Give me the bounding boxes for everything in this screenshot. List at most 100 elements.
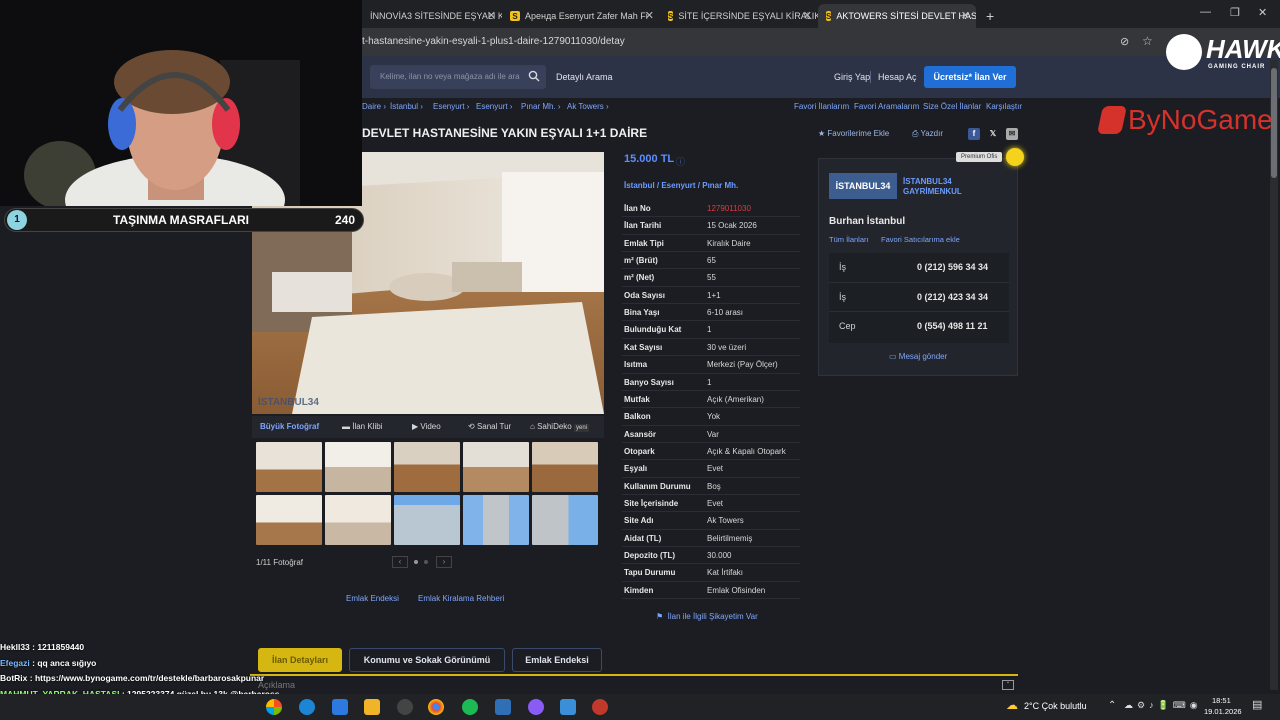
weather-icon[interactable]: ☁ (1006, 698, 1018, 712)
add-favorite-button[interactable]: ★ Favorilerime Ekle (818, 129, 889, 138)
detailed-search-link[interactable]: Detaylı Arama (556, 72, 613, 82)
tab-location-street-view[interactable]: Konumu ve Sokak Görünümü (349, 648, 505, 672)
agency-logo[interactable]: İSTANBUL34 (829, 173, 897, 199)
detail-row: Bulunduğu Kat 1 (622, 321, 800, 339)
folder-icon[interactable] (364, 699, 380, 715)
detail-value: Yok (707, 412, 721, 422)
photo-thumbnail[interactable] (463, 442, 529, 492)
emlak-endeksi-link[interactable]: Emlak Endeksi (346, 594, 399, 603)
browser-tab-active[interactable]: S AKTOWERS SİTESİ DEVLET HAS ✕ (818, 4, 976, 28)
scrollbar[interactable] (1270, 60, 1278, 690)
special-listings-link[interactable]: Size Özel İlanlar (923, 102, 981, 111)
photo-thumbnail[interactable] (394, 442, 460, 492)
breadcrumb-item[interactable]: Daire › (362, 102, 386, 111)
collapse-icon[interactable]: ⌃ (1002, 680, 1014, 690)
phone-number[interactable]: 0 (212) 596 34 34 (917, 262, 988, 272)
tab-emlak-endeksi[interactable]: Emlak Endeksi (512, 648, 602, 672)
print-button[interactable]: ⎙ Yazdır (912, 129, 943, 139)
favorite-seller-link[interactable]: Favori Satıcılarıma ekle (881, 235, 960, 244)
tray-arrow-icon[interactable]: ⌃ (1108, 700, 1116, 711)
photo-thumbnail[interactable] (463, 495, 529, 545)
minimize-icon[interactable]: — (1200, 6, 1211, 18)
video-tab[interactable]: ▶ Video (412, 422, 441, 431)
seller-card: İSTANBUL34 İSTANBUL34 GAYRİMENKUL Burhan… (818, 158, 1018, 376)
search-icon[interactable] (528, 70, 540, 82)
xbox-icon[interactable] (397, 699, 413, 715)
clock-date[interactable]: 19.01.2026 (1204, 707, 1242, 716)
weather-text[interactable]: 2°C Çok bulutlu (1024, 701, 1087, 711)
send-message-button[interactable]: ▭ Mesaj gönder (889, 352, 947, 361)
tray-icons[interactable]: ☁⚙♪🔋⌨◉ (1124, 700, 1202, 711)
all-ads-link[interactable]: Tüm İlanları (829, 235, 869, 244)
breadcrumb-item[interactable]: Esenyurt › (433, 102, 469, 111)
detail-value: Evet (707, 464, 724, 474)
login-link[interactable]: Giriş Yap (834, 72, 870, 82)
favorite-listings-link[interactable]: Favori İlanlarım (794, 102, 849, 111)
next-photo-button[interactable]: › (436, 556, 452, 568)
detail-row: Bina Yaşı 6-10 arası (622, 304, 800, 322)
phone-number[interactable]: 0 (212) 423 34 34 (917, 292, 988, 302)
close-icon[interactable]: ✕ (645, 9, 654, 22)
send-message-label: Mesaj gönder (898, 352, 948, 361)
browser-tab[interactable]: S Аренда Esenyurt Zafer Mah Fi ✕ (502, 4, 660, 28)
chat-username: Efegazi (0, 657, 30, 668)
virtual-tour-tab[interactable]: ⟲ Sanal Tur (468, 422, 511, 431)
star-icon[interactable]: ☆ (1142, 34, 1153, 48)
photo-thumbnail[interactable] (325, 495, 391, 545)
email-share-icon[interactable]: ✉ (1006, 128, 1018, 140)
facebook-share-icon[interactable]: f (968, 128, 980, 140)
photo-thumbnail[interactable] (394, 495, 460, 545)
prev-photo-button[interactable]: ‹ (392, 556, 408, 568)
sahibinden-favicon-icon: S (826, 11, 832, 21)
clock-time[interactable]: 18:51 (1212, 696, 1231, 705)
breadcrumb-item[interactable]: Pınar Mh. › (521, 102, 561, 111)
obs-icon[interactable] (592, 699, 608, 715)
edge-icon[interactable] (299, 699, 315, 715)
complaint-link[interactable]: ⚑ İlan ile İlgili Şikayetim Var (656, 612, 758, 621)
photo-thumbnail[interactable] (256, 495, 322, 545)
pagination-dot (414, 560, 418, 564)
favorite-searches-link[interactable]: Favori Aramalarım (854, 102, 919, 111)
spotify-icon[interactable] (462, 699, 478, 715)
search-input[interactable]: Kelime, ilan no veya mağaza adı ile ara (370, 65, 546, 89)
close-icon[interactable]: ✕ (961, 9, 970, 22)
compare-link[interactable]: Karşılaştır (986, 102, 1022, 111)
new-tab-button[interactable]: + (978, 4, 1002, 28)
photo-thumbnail[interactable] (325, 442, 391, 492)
photo-thumbnail[interactable] (532, 442, 598, 492)
post-ad-button[interactable]: Ücretsiz* İlan Ver (924, 66, 1016, 88)
browser-tab[interactable]: İNNOVİA3 SİTESİNDE EŞYALI Kİ ✕ (362, 4, 502, 28)
detail-row: Aidat (TL) Belirtilmemiş (622, 530, 800, 548)
calculator-icon[interactable] (560, 699, 576, 715)
discord-icon[interactable] (528, 699, 544, 715)
restore-icon[interactable]: ❐ (1230, 6, 1240, 19)
photo-thumbnail[interactable] (532, 495, 598, 545)
notifications-icon[interactable]: ▤ (1252, 698, 1262, 711)
phone-number[interactable]: 0 (554) 498 11 21 (917, 321, 988, 331)
photo-thumbnail[interactable] (256, 442, 322, 492)
detail-value: Kiralık Daire (707, 238, 751, 248)
copilot-icon[interactable] (266, 699, 282, 715)
listing-location[interactable]: İstanbul / Esenyurt / Pınar Mh. (624, 181, 738, 190)
x-share-icon[interactable]: 𝕏 (987, 128, 999, 140)
breadcrumb-item[interactable]: İstanbul › (390, 102, 423, 111)
breadcrumb-item[interactable]: Ak Towers › (567, 102, 609, 111)
agency-name[interactable]: İSTANBUL34 GAYRİMENKUL (903, 177, 983, 197)
steam-icon[interactable] (495, 699, 511, 715)
chrome-icon[interactable] (428, 699, 444, 715)
large-photo-tab[interactable]: Büyük Fotoğraf (260, 422, 319, 431)
mail-icon[interactable] (332, 699, 348, 715)
tab-underline (250, 674, 1018, 676)
info-icon[interactable]: ⓘ (676, 155, 685, 168)
close-icon[interactable]: ✕ (803, 9, 812, 22)
eye-off-icon[interactable]: ⊘ (1120, 35, 1129, 48)
close-window-icon[interactable]: ✕ (1258, 6, 1267, 19)
browser-tab[interactable]: S SİTE İÇERSİNDE EŞYALI KİRALIK ✕ (660, 4, 818, 28)
close-icon[interactable]: ✕ (487, 9, 496, 22)
sahideko-tab[interactable]: ⌂ SahiDeko yeni (530, 422, 589, 432)
url-text[interactable]: t-hastanesine-yakin-esyali-1-plus1-daire… (362, 36, 625, 47)
rental-guide-link[interactable]: Emlak Kiralama Rehberi (418, 594, 504, 603)
ad-clip-tab[interactable]: ▬ İlan Klibi (342, 422, 382, 431)
breadcrumb-item[interactable]: Esenyurt › (476, 102, 512, 111)
register-link[interactable]: Hesap Aç (878, 72, 917, 82)
